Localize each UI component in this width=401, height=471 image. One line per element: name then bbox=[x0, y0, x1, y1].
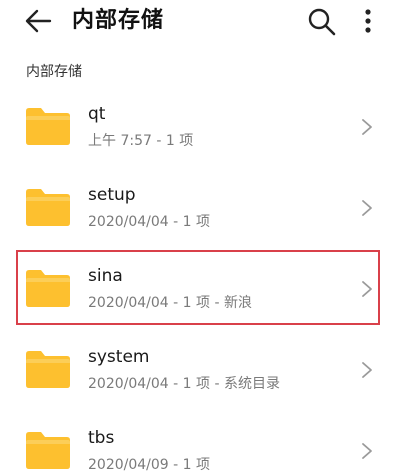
search-icon bbox=[308, 8, 336, 36]
chevron-right-icon bbox=[362, 200, 372, 216]
folder-icon bbox=[26, 189, 70, 226]
page-title: 内部存储 bbox=[72, 8, 165, 33]
folder-icon bbox=[26, 432, 70, 469]
folder-meta: 2020/04/04 - 1 项 - 新浪 bbox=[88, 295, 252, 311]
back-button[interactable] bbox=[22, 6, 56, 36]
folder-name: sina bbox=[88, 266, 123, 286]
folder-item-system[interactable]: system 2020/04/04 - 1 项 - 系统目录 bbox=[0, 329, 401, 410]
more-vertical-icon bbox=[365, 9, 371, 33]
folder-meta: 2020/04/04 - 1 项 bbox=[88, 214, 211, 230]
chevron-right-icon bbox=[362, 119, 372, 135]
folder-item-qt[interactable]: qt 上午 7:57 - 1 项 bbox=[0, 86, 401, 167]
folder-meta: 上午 7:57 - 1 项 bbox=[88, 133, 194, 149]
chevron-right-icon bbox=[362, 362, 372, 378]
folder-name: tbs bbox=[88, 428, 115, 448]
folder-name: setup bbox=[88, 185, 136, 205]
folder-item-tbs[interactable]: tbs 2020/04/09 - 1 项 bbox=[0, 410, 401, 471]
app-header: 内部存储 bbox=[0, 0, 401, 48]
folder-name: system bbox=[88, 347, 150, 367]
folder-meta: 2020/04/09 - 1 项 bbox=[88, 457, 211, 471]
chevron-right-icon bbox=[362, 281, 372, 297]
file-manager-screen: 内部存储 内部存储 qt 上午 7:57 - 1 项 setup 2020/04… bbox=[0, 0, 401, 471]
back-arrow-icon bbox=[25, 9, 52, 33]
folder-item-setup[interactable]: setup 2020/04/04 - 1 项 bbox=[0, 167, 401, 248]
folder-list: qt 上午 7:57 - 1 项 setup 2020/04/04 - 1 项 … bbox=[0, 86, 401, 471]
folder-item-sina[interactable]: sina 2020/04/04 - 1 项 - 新浪 bbox=[0, 248, 401, 329]
folder-meta: 2020/04/04 - 1 项 - 系统目录 bbox=[88, 376, 280, 392]
chevron-right-icon bbox=[362, 443, 372, 459]
breadcrumb[interactable]: 内部存储 bbox=[26, 63, 82, 81]
folder-name: qt bbox=[88, 104, 106, 124]
folder-icon bbox=[26, 351, 70, 388]
search-button[interactable] bbox=[306, 6, 338, 38]
more-options-button[interactable] bbox=[356, 6, 380, 38]
folder-icon bbox=[26, 108, 70, 145]
folder-icon bbox=[26, 270, 70, 307]
